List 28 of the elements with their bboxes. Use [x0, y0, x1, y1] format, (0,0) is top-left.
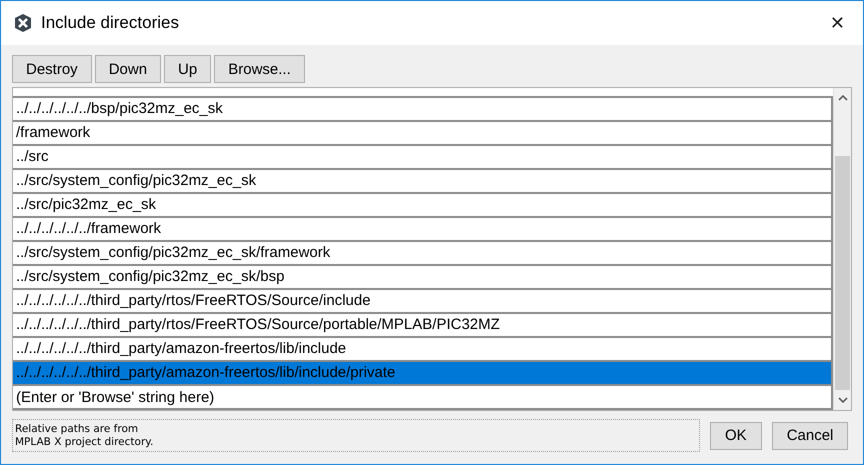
toolbar-button[interactable]: Destroy — [12, 55, 92, 83]
note-text: MPLAB X project directory. — [15, 436, 154, 448]
path-row[interactable]: ../src/system_config/pic32mz_ec_sk/framework — [13, 242, 833, 266]
path-row[interactable]: ../../../../../../third_party/amazon-freertos/lib/include — [13, 338, 833, 362]
path-row[interactable]: ../../../../../../third_party/rtos/FreeRTOS/Source/include — [13, 290, 833, 314]
path-row[interactable]: ../src/system_config/pic32mz_ec_sk/bsp — [13, 266, 833, 290]
app-logo-icon — [13, 13, 33, 33]
path-row[interactable]: ../../../../../../bsp/pic32mz_ec_sk — [13, 98, 833, 122]
path-row[interactable]: ../../../../../../third_party/amazon-freertos/lib/include/private — [13, 362, 833, 386]
toolbar-button[interactable]: Browse... — [214, 55, 305, 83]
scrollbar-thumb[interactable] — [835, 156, 850, 390]
note-text: Relative paths are from — [15, 422, 140, 436]
path-row[interactable]: ../src/pic32mz_ec_sk — [13, 194, 833, 218]
path-row[interactable]: ../../../../../../framework — [13, 218, 833, 242]
path-row[interactable]: ../src — [13, 146, 833, 170]
window-title: Include directories — [41, 13, 179, 33]
close-button[interactable]: ✕ — [822, 8, 853, 38]
toolbar-button[interactable]: Up — [164, 55, 212, 83]
toolbar-button[interactable]: Down — [94, 55, 162, 83]
path-row[interactable]: ../../../../../../third_party/rtos/FreeRTOS/Source/portable/MPLAB/PIC32MZ — [13, 314, 833, 338]
dialog-button[interactable]: OK — [710, 422, 762, 450]
path-row[interactable]: /framework — [13, 122, 833, 146]
scrollbar[interactable] — [833, 88, 851, 410]
scroll-down-icon[interactable] — [838, 397, 848, 403]
path-input-field[interactable]: (Enter or 'Browse' string here) — [13, 386, 833, 410]
path-row[interactable]: ../src/system_config/pic32mz_ec_sk — [13, 170, 833, 194]
dialog-button[interactable]: Cancel — [772, 422, 848, 450]
scroll-up-icon[interactable] — [838, 95, 848, 101]
